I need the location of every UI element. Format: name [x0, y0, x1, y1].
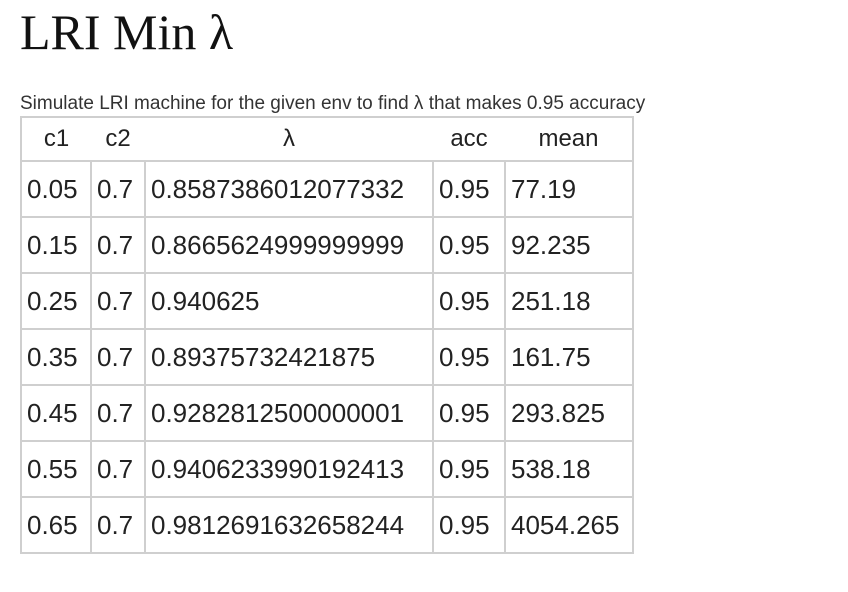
cell-c2: 0.7: [90, 216, 146, 274]
cell-c2: 0.7: [90, 440, 146, 498]
page-subtitle: Simulate LRI machine for the given env t…: [20, 93, 646, 114]
column-header-c2: c2: [91, 117, 145, 162]
table-row: 0.15 0.7 0.8665624999999999 0.95 92.235: [20, 216, 634, 274]
cell-mean: 538.18: [504, 440, 634, 498]
cell-lambda: 0.8665624999999999: [144, 216, 434, 274]
cell-lambda: 0.9812691632658244: [144, 496, 434, 554]
cell-lambda: 0.9406233990192413: [144, 440, 434, 498]
page-title: LRI Min λ: [20, 4, 234, 60]
table-row: 0.05 0.7 0.8587386012077332 0.95 77.19: [20, 160, 634, 218]
cell-c1: 0.25: [20, 272, 92, 330]
table-row: 0.55 0.7 0.9406233990192413 0.95 538.18: [20, 440, 634, 498]
table-row: 0.65 0.7 0.9812691632658244 0.95 4054.26…: [20, 496, 634, 554]
cell-acc: 0.95: [432, 496, 506, 554]
table-row: 0.35 0.7 0.89375732421875 0.95 161.75: [20, 328, 634, 386]
column-header-c1: c1: [21, 117, 91, 162]
cell-mean: 161.75: [504, 328, 634, 386]
cell-c1: 0.05: [20, 160, 92, 218]
cell-c1: 0.15: [20, 216, 92, 274]
cell-acc: 0.95: [432, 160, 506, 218]
cell-lambda: 0.940625: [144, 272, 434, 330]
cell-lambda: 0.8587386012077332: [144, 160, 434, 218]
column-header-lambda: λ: [145, 117, 433, 162]
page: LRI Min λ Simulate LRI machine for the g…: [20, 0, 645, 554]
cell-c2: 0.7: [90, 160, 146, 218]
cell-acc: 0.95: [432, 216, 506, 274]
cell-c1: 0.65: [20, 496, 92, 554]
cell-acc: 0.95: [432, 272, 506, 330]
cell-c2: 0.7: [90, 328, 146, 386]
cell-lambda: 0.89375732421875: [144, 328, 434, 386]
column-header-acc: acc: [433, 117, 505, 162]
cell-c1: 0.35: [20, 328, 92, 386]
cell-acc: 0.95: [432, 328, 506, 386]
column-header-mean: mean: [505, 117, 633, 162]
cell-c2: 0.7: [90, 272, 146, 330]
cell-mean: 293.825: [504, 384, 634, 442]
table-row: 0.45 0.7 0.9282812500000001 0.95 293.825: [20, 384, 634, 442]
results-table: c1 c2 λ acc mean 0.05 0.7 0.858738601207…: [20, 116, 634, 554]
cell-acc: 0.95: [432, 384, 506, 442]
cell-lambda: 0.9282812500000001: [144, 384, 434, 442]
cell-c1: 0.45: [20, 384, 92, 442]
cell-mean: 92.235: [504, 216, 634, 274]
cell-c2: 0.7: [90, 384, 146, 442]
table-header-row: c1 c2 λ acc mean: [21, 117, 633, 162]
cell-mean: 251.18: [504, 272, 634, 330]
cell-c1: 0.55: [20, 440, 92, 498]
table-row: 0.25 0.7 0.940625 0.95 251.18: [20, 272, 634, 330]
cell-c2: 0.7: [90, 496, 146, 554]
cell-mean: 77.19: [504, 160, 634, 218]
cell-mean: 4054.265: [504, 496, 634, 554]
cell-acc: 0.95: [432, 440, 506, 498]
